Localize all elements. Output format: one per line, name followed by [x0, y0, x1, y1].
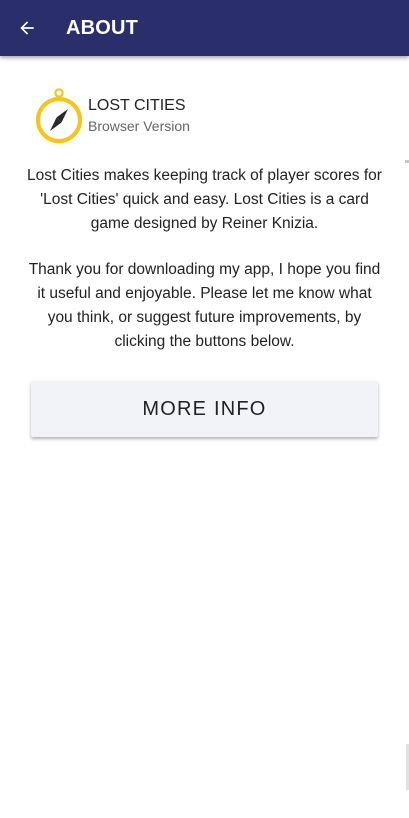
back-button[interactable]: [14, 15, 40, 41]
app-name: LOST CITIES: [88, 97, 186, 114]
about-content: LOST CITIES Browser Version Lost Cities …: [0, 56, 409, 818]
about-paragraph-1: Lost Cities makes keeping track of playe…: [27, 167, 382, 232]
app-version: Browser Version: [88, 118, 190, 134]
more-info-button[interactable]: MORE INFO: [31, 381, 378, 437]
scroll-indicator-top: [405, 160, 409, 163]
app-bar: ABOUT: [0, 0, 409, 56]
app-info-header: LOST CITIES Browser Version: [34, 87, 190, 147]
app-info-text: LOST CITIES Browser Version: [88, 96, 190, 136]
compass-icon: [35, 88, 83, 144]
arrow-left-icon: [20, 21, 34, 35]
about-paragraph-2: Thank you for downloading my app, I hope…: [28, 261, 381, 350]
page-title: ABOUT: [66, 16, 139, 39]
